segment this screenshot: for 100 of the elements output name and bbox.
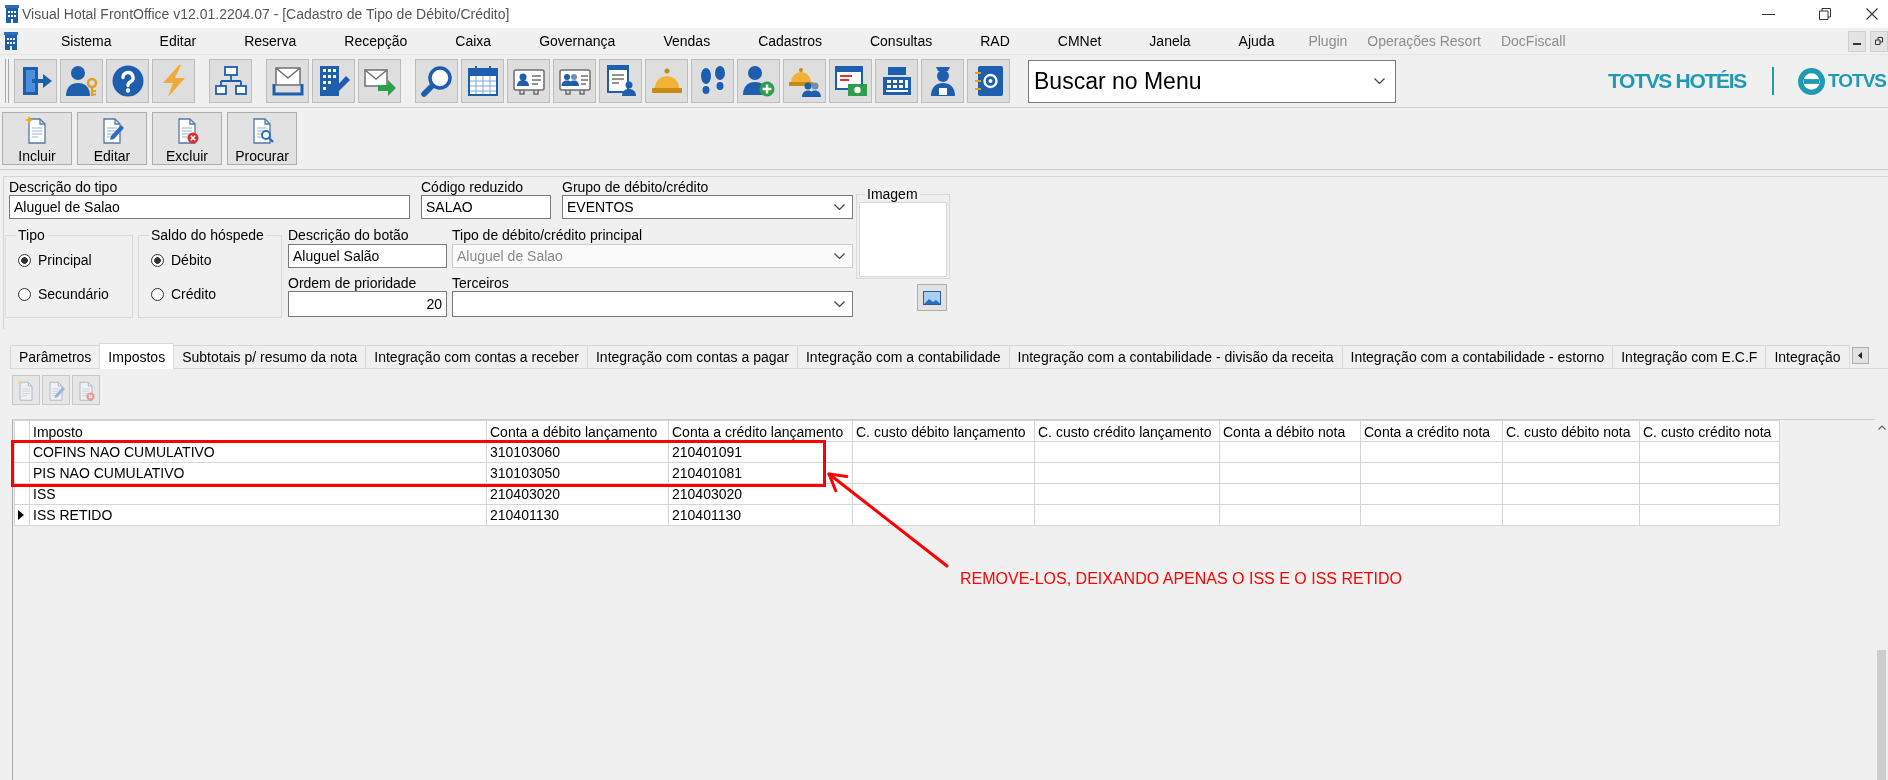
column-header[interactable]: Conta a crédito nota — [1360, 420, 1503, 442]
action-button[interactable]: Procurar — [227, 112, 297, 165]
toolbar-button[interactable] — [737, 59, 780, 103]
restore-button[interactable] — [1870, 30, 1888, 52]
column-header[interactable]: C. custo crédito nota — [1639, 420, 1780, 442]
group-label: Imagem — [866, 187, 919, 202]
action-button[interactable]: Incluir — [2, 112, 72, 165]
column-header[interactable]: Imposto — [29, 420, 487, 442]
toolbar-button[interactable] — [553, 59, 596, 103]
restore-icon[interactable] — [1819, 8, 1831, 20]
document-people-icon — [604, 65, 637, 97]
address-book-icon — [972, 65, 1005, 97]
column-header[interactable]: Conta a débito nota — [1219, 420, 1361, 442]
envelope-tray-icon — [271, 65, 304, 97]
toolbar-button[interactable] — [599, 59, 642, 103]
menu-item[interactable]: Reserva — [220, 30, 321, 52]
column-header[interactable]: C. custo débito lançamento — [852, 420, 1035, 442]
dropdown[interactable]: EVENTOS — [562, 195, 853, 219]
column-header[interactable]: C. custo crédito lançamento — [1034, 420, 1220, 442]
toolbar-button[interactable] — [829, 59, 872, 103]
menu-item[interactable]: Vendas — [639, 30, 735, 52]
toolbar-button[interactable] — [415, 59, 458, 103]
field-label: Código reduzido — [421, 180, 523, 195]
text-field[interactable]: Aluguel Salão — [288, 244, 447, 268]
tab[interactable]: Parâmetros — [10, 345, 101, 368]
toolbar-button[interactable] — [461, 59, 504, 103]
toolbar-button[interactable] — [691, 59, 734, 103]
menu-item[interactable]: Consultas — [845, 30, 957, 52]
radio-option[interactable]: Débito — [149, 250, 212, 270]
tab-scroll-button[interactable] — [1851, 347, 1869, 364]
row-indicator[interactable] — [14, 504, 30, 526]
minimize-icon[interactable] — [1762, 13, 1775, 15]
action-button[interactable]: Editar — [77, 112, 147, 165]
chevron-down-icon — [834, 301, 845, 307]
tab[interactable]: Integração com E.C.F — [1612, 345, 1767, 368]
toolbar-button[interactable] — [60, 59, 103, 103]
toolbar-button[interactable] — [312, 59, 355, 103]
radio-option[interactable]: Secundário — [16, 284, 109, 304]
radio-button[interactable] — [18, 253, 31, 267]
toolbar-button[interactable] — [967, 59, 1010, 103]
menu-item[interactable]: Cadastros — [734, 30, 846, 52]
building-pencil-icon — [317, 65, 350, 97]
menu-item[interactable]: CMNet — [1033, 30, 1126, 52]
menu-item[interactable]: Janela — [1125, 30, 1215, 52]
tab[interactable]: Impostos — [99, 343, 175, 369]
text-field[interactable]: SALAO — [421, 195, 551, 219]
restore-icon — [1875, 37, 1883, 45]
scrollbar-thumb[interactable] — [1877, 650, 1886, 780]
user-key-icon — [65, 65, 98, 97]
menu-item[interactable]: Caixa — [431, 30, 516, 52]
menu-item[interactable]: Recepção — [320, 30, 432, 52]
radio-button[interactable] — [18, 287, 31, 301]
column-header[interactable]: Conta a crédito lançamento — [668, 420, 853, 442]
toolbar-button[interactable] — [783, 59, 826, 103]
text-field[interactable]: 20 — [288, 291, 447, 317]
table-cell: ISS RETIDO — [29, 504, 487, 526]
window-title: Visual Hotal FrontOffice v12.01.2204.07 - [Cadastro de Tipo de Débito/Crédito] — [22, 6, 510, 22]
radio-option[interactable]: Principal — [16, 250, 92, 270]
tab[interactable]: Integração — [1765, 345, 1850, 368]
text-field[interactable]: Aluguel de Salao — [9, 195, 410, 219]
menu-item[interactable]: Editar — [135, 30, 221, 52]
close-icon[interactable] — [1866, 8, 1878, 20]
minimize-button[interactable] — [1848, 30, 1866, 52]
toolbar-button[interactable] — [875, 59, 918, 103]
toolbar-button[interactable] — [209, 59, 252, 103]
menu-search-dropdown[interactable]: Buscar no Menu — [1028, 59, 1396, 103]
image-button[interactable] — [917, 284, 947, 311]
toolbar-button[interactable] — [507, 59, 550, 103]
toolbar-grip[interactable] — [5, 59, 9, 103]
column-header[interactable]: Conta a débito lançamento — [486, 420, 669, 442]
toolbar-button[interactable] — [106, 59, 149, 103]
document-star-icon — [17, 379, 35, 401]
table-cell: 210401130 — [486, 504, 669, 526]
radio-option[interactable]: Crédito — [149, 284, 217, 304]
field-label: Descrição do botão — [288, 228, 409, 243]
picture-icon — [923, 290, 941, 305]
menu-item[interactable]: Governança — [515, 30, 640, 52]
hotel-building-icon[interactable] — [4, 32, 18, 50]
tab[interactable]: Integração com a contabilidade - divisão da receita — [1008, 345, 1343, 368]
tab[interactable]: Integração com a contabilidade - estorno — [1341, 345, 1614, 368]
toolbar-button[interactable] — [921, 59, 964, 103]
menu-item[interactable]: Sistema — [37, 30, 136, 52]
toolbar-button[interactable] — [14, 59, 57, 103]
radio-button[interactable] — [151, 287, 164, 301]
tab[interactable]: Subtotais p/ resumo da nota — [173, 345, 367, 368]
help-icon — [111, 65, 144, 97]
column-header[interactable]: C. custo débito nota — [1502, 420, 1640, 442]
toolbar-button[interactable] — [266, 59, 309, 103]
menu-item[interactable]: Ajuda — [1214, 30, 1299, 52]
radio-button[interactable] — [151, 253, 164, 267]
action-button[interactable]: Excluir — [152, 112, 222, 165]
table-cell: PIS NAO CUMULATIVO — [29, 462, 487, 484]
toolbar-button[interactable] — [358, 59, 401, 103]
menu-item[interactable]: RAD — [956, 30, 1034, 52]
org-chart-icon — [214, 65, 247, 97]
dropdown[interactable] — [452, 291, 853, 317]
tab[interactable]: Integração com a contabilidade — [796, 345, 1010, 368]
tab[interactable]: Integração com contas a receber — [365, 345, 588, 368]
tab[interactable]: Integração com contas a pagar — [586, 345, 798, 368]
field-label: Ordem de prioridade — [288, 276, 417, 291]
